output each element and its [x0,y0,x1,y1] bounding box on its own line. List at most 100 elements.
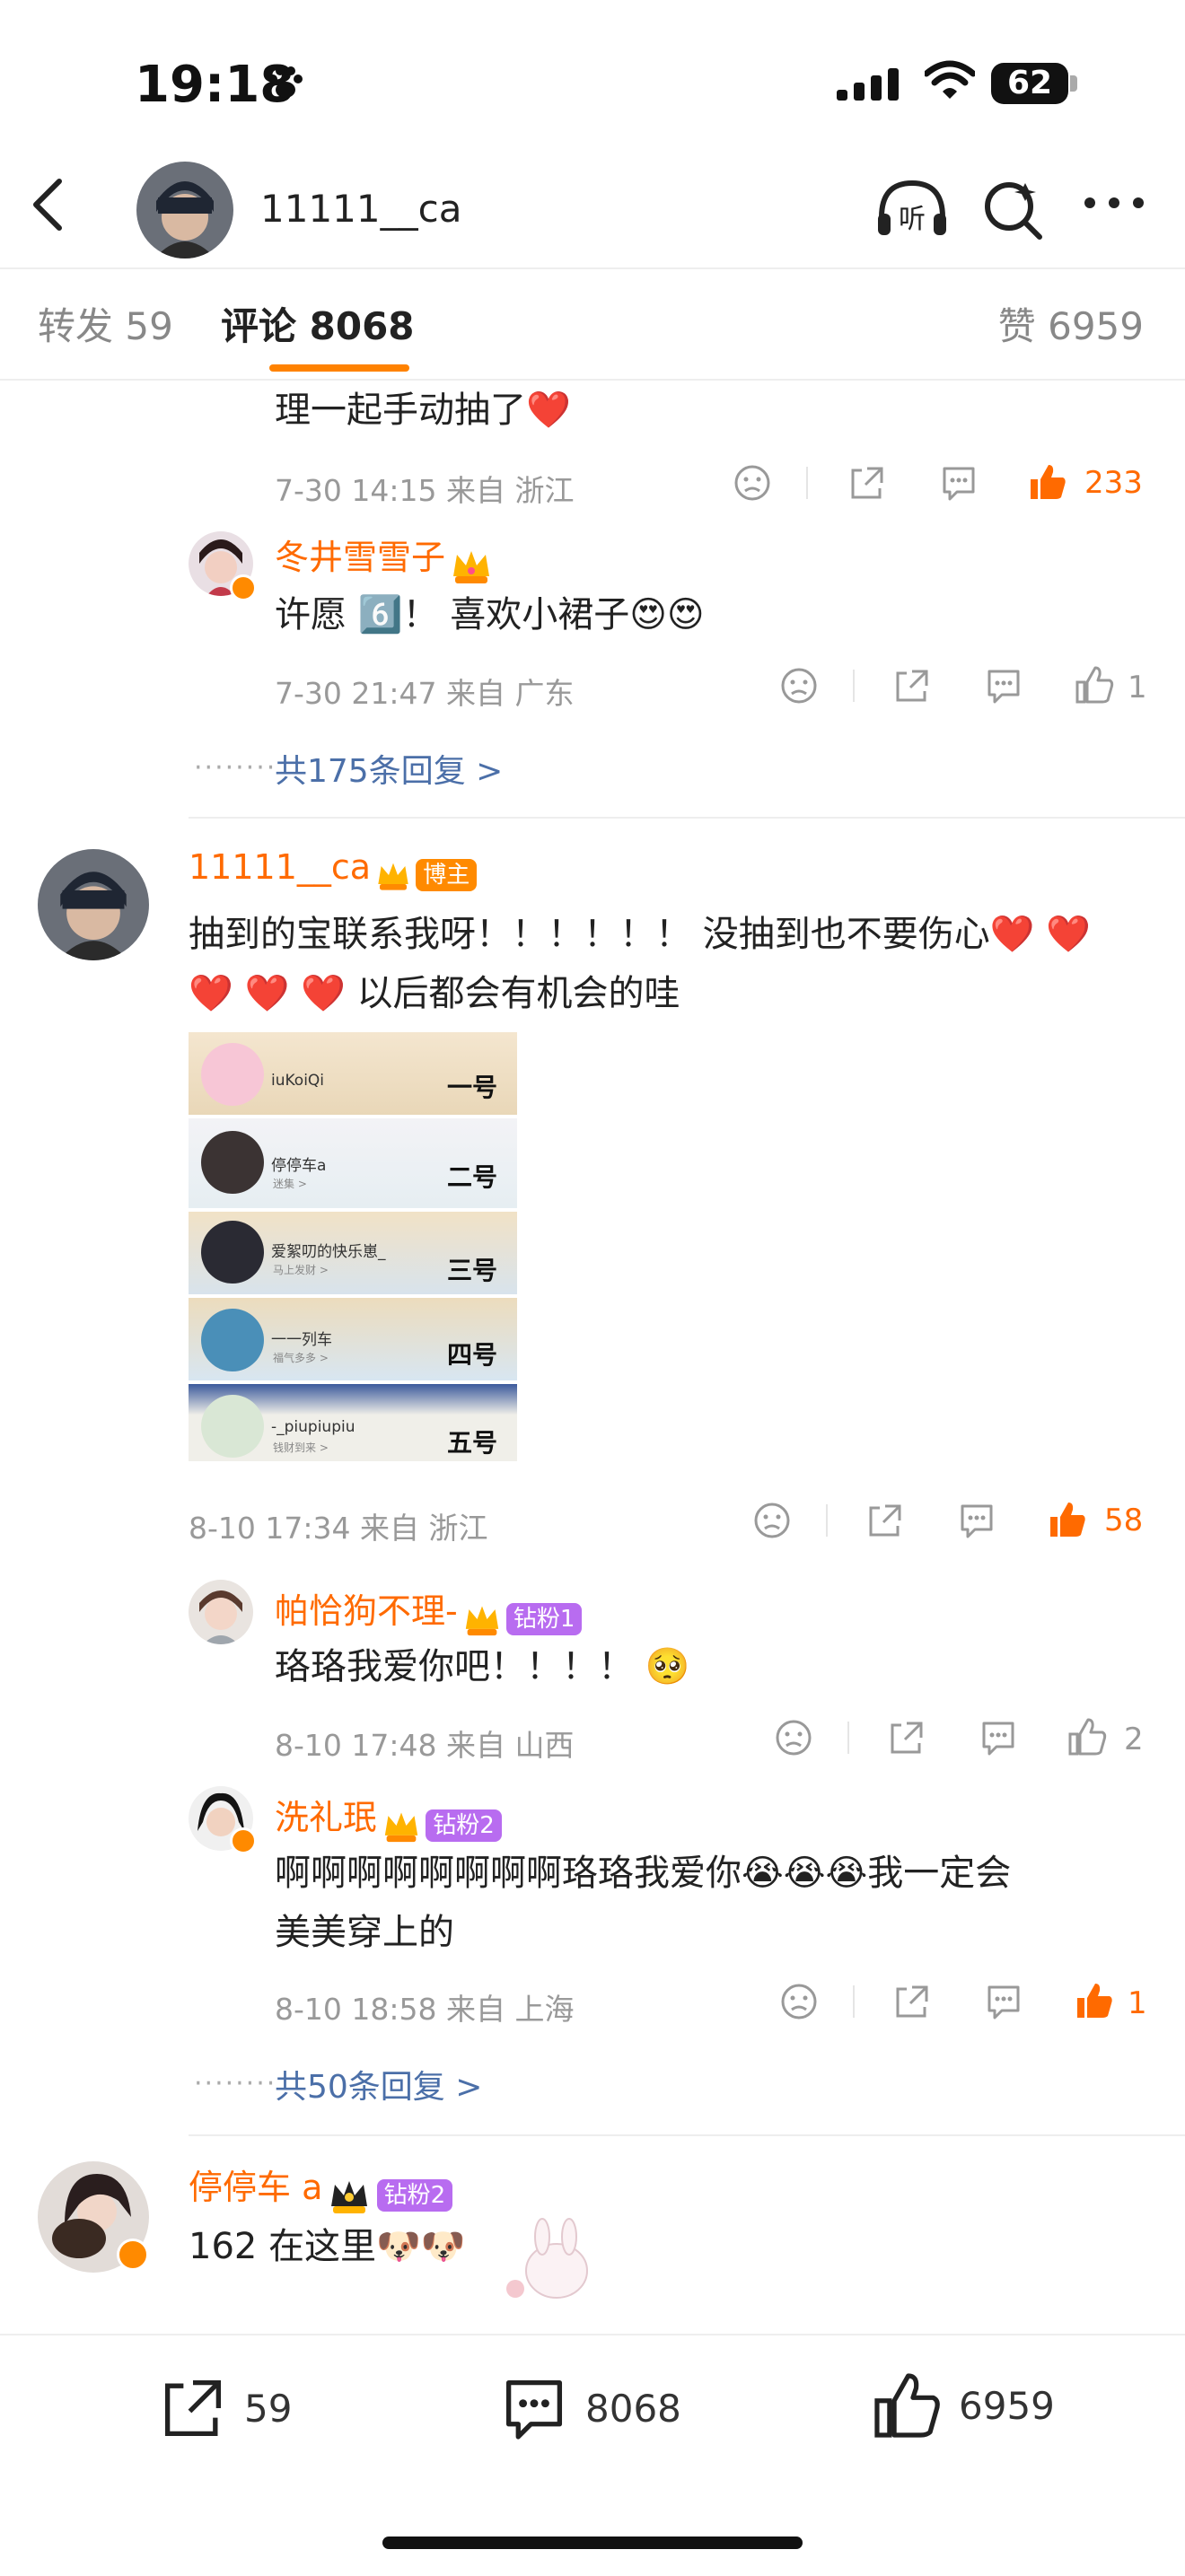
blogger-badge: 博主 [416,858,478,891]
reply-meta: 7-30 21:47 来自 广东 [275,676,575,711]
share-button[interactable] [847,463,887,506]
bottom-like-button[interactable]: 6959 [871,2370,1055,2441]
action-separator [826,1504,828,1537]
share-button[interactable] [887,1718,926,1761]
action-separator [806,467,808,499]
bottom-like-count: 6959 [959,2383,1055,2428]
dislike-button[interactable] [733,463,772,506]
action-separator [853,1985,855,2018]
more-icon[interactable] [1083,194,1146,212]
verified-badge [117,2239,149,2271]
share-icon [896,670,928,702]
comment-icon [988,670,1020,704]
comment-button[interactable] [984,1982,1023,2025]
header-avatar[interactable] [136,162,233,258]
like-button[interactable] [1027,461,1068,506]
comment-image[interactable]: iuKoiQi 一号 停停车a 迷集 > 二号 爱絮叨的快乐崽_ 马上发财 > … [189,1032,517,1461]
like-icon [874,2373,940,2438]
share-button[interactable] [892,1982,932,2025]
home-indicator[interactable] [382,2537,803,2549]
entry-avatar [201,1395,264,1458]
back-icon[interactable] [27,176,66,233]
reply-header: 冬井雪雪子 [275,530,493,585]
entry-sub: 马上发财 > [273,1264,329,1276]
paw-icon [268,66,303,98]
comment-username[interactable]: 11111__ca [189,847,371,887]
like-button[interactable] [1047,1499,1088,1544]
comment-icon [982,1722,1014,1756]
comment-divider [189,817,1185,819]
reply-avatar[interactable] [189,1580,253,1644]
bottom-repost-button[interactable]: 59 [158,2373,292,2443]
reply-meta: 8-10 17:48 来自 山西 [275,1728,575,1763]
tab-repost[interactable]: 转发 59 [38,296,173,351]
comment-avatar[interactable] [38,849,149,960]
entry-label: 三号 [446,1256,497,1285]
bottom-repost-count: 59 [244,2386,293,2431]
comment-icon [943,467,975,501]
entry-sub: 钱财到来 > [273,1441,329,1454]
like-count: 1 [1128,1985,1147,2021]
comment-text: 理一起手动抽了❤️ [275,390,571,431]
like-count: 2 [1124,1722,1144,1757]
crown-badge-icon [378,863,408,890]
comment-button[interactable] [979,1718,1018,1761]
share-button[interactable] [892,666,932,709]
search-icon[interactable] [982,180,1045,242]
verified-badge [230,574,257,601]
reply-text: 许愿 6️⃣！ 喜欢小裙子😍😍 [275,594,705,635]
comment-text-line1: 抽到的宝联系我呀！！！！！！ 没抽到也不要伤心❤️ ❤️ [189,914,1092,955]
comment-icon [505,2379,563,2440]
comment-header: 11111__ca 博主 [189,847,478,893]
listen-icon[interactable]: 听 [874,178,950,241]
dislike-button[interactable] [779,1982,819,2025]
dislike-button[interactable] [774,1718,813,1761]
image-entry: iuKoiQi 一号 [189,1032,517,1115]
like-icon [1077,1984,1112,2018]
reply-username[interactable]: 洗礼珉 [275,1798,377,1837]
reply-username[interactable]: 帕恰狗不理- [275,1591,458,1631]
entry-avatar [201,1043,264,1106]
crown-badge-icon [331,2180,368,2213]
like-count: 58 [1104,1503,1144,1538]
verified-badge [230,1827,257,1854]
entry-name: 一一列车 [271,1331,332,1349]
view-replies-link[interactable]: 共50条回复 > [275,2061,482,2107]
like-button[interactable] [1074,1980,1115,2025]
entry-label: 五号 [446,1428,497,1458]
fan-badge: 钻粉1 [505,1602,583,1635]
share-icon [851,467,883,499]
dislike-button[interactable] [752,1501,792,1544]
comment-button[interactable] [984,666,1023,709]
reply-header: 帕恰狗不理- 钻粉1 [275,1583,583,1637]
bottom-comment-button[interactable]: 8068 [499,2373,681,2443]
dislike-button[interactable] [779,666,819,709]
share-icon [891,1722,923,1754]
share-button[interactable] [865,1501,905,1544]
reply-text-line2: 美美穿上的 [275,1912,454,1953]
view-replies-link[interactable]: 共175条回复 > [275,745,503,792]
comment-username[interactable]: 停停车 a [189,2168,322,2207]
tab-active-indicator [269,364,409,372]
replies-dots: ········ [194,752,277,784]
comment-text: 162 在这里🐶🐶 [189,2226,466,2267]
entry-avatar [201,1309,264,1371]
comment-button[interactable] [939,463,979,506]
svg-text:听: 听 [899,204,926,235]
image-entry: -_piupiupiu 钱财到来 > 五号 [189,1384,517,1461]
tab-likes[interactable]: 赞 6959 [998,296,1144,351]
reply-username[interactable]: 冬井雪雪子 [275,538,445,577]
wifi-icon [925,60,975,99]
header-username[interactable]: 11111__ca [260,187,461,231]
comment-button[interactable] [957,1501,996,1544]
fan-badge: 钻粉2 [376,2178,453,2212]
header-divider [0,267,1185,269]
entry-sub: 福气多多 > [273,1352,329,1364]
bottom-comment-count: 8068 [585,2386,681,2431]
image-entry: 爱絮叨的快乐崽_ 马上发财 > 三号 [189,1212,517,1294]
like-button[interactable] [1074,664,1115,709]
tab-comments[interactable]: 评论 8068 [221,296,415,351]
like-button[interactable] [1066,1716,1108,1761]
reply-text: 珞珞我爱你吧！！！！ 🥺 [275,1646,690,1687]
like-icon [1031,465,1066,499]
